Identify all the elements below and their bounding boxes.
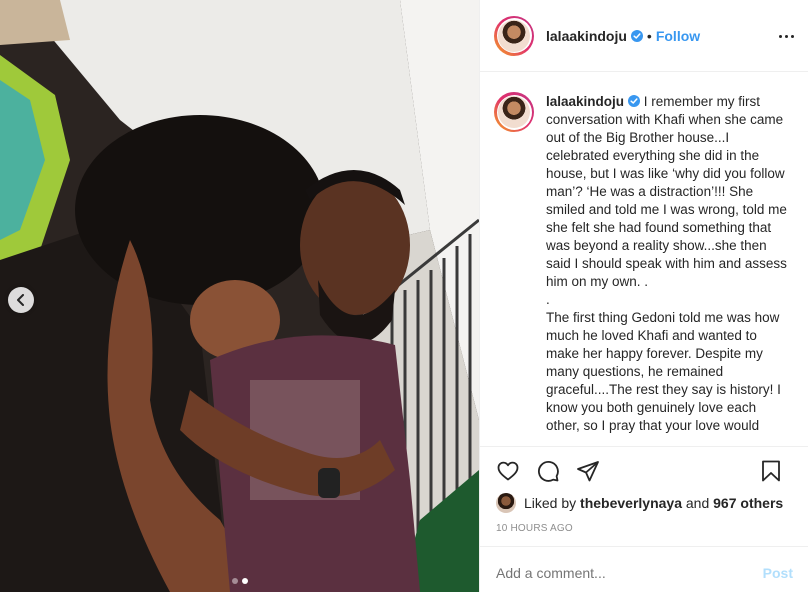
likes-summary: Liked by thebeverlynaya and 967 others (496, 493, 793, 513)
heart-icon[interactable] (496, 459, 520, 483)
post-timestamp[interactable]: 10 HOURS AGO (496, 523, 793, 534)
likes-and: and (685, 495, 710, 511)
avatar[interactable] (494, 15, 534, 56)
carousel-indicator (0, 578, 479, 584)
chevron-left-icon (17, 294, 24, 306)
photo-scene (0, 0, 479, 592)
post-comment-button[interactable]: Post (763, 559, 793, 581)
post-side-panel: lalaakindoju • Follow lalaakindoju I rem… (479, 0, 808, 592)
caption-body: I remember my first conversation with Kh… (546, 94, 787, 433)
comment-input[interactable] (496, 558, 763, 581)
caption-username[interactable]: lalaakindoju (546, 94, 624, 109)
share-icon[interactable] (576, 459, 600, 483)
verified-badge-icon (630, 29, 643, 42)
verified-badge-icon (628, 95, 641, 107)
carousel-dot-active (241, 578, 248, 584)
header-separator: • (646, 27, 652, 44)
avatar-image (498, 19, 530, 52)
carousel-dot (231, 578, 238, 584)
caption: lalaakindoju I remember my first convers… (494, 92, 793, 435)
post-photo (0, 0, 479, 592)
caption-text: lalaakindoju I remember my first convers… (546, 93, 793, 435)
follow-button[interactable]: Follow (656, 28, 700, 44)
avatar-image (498, 96, 530, 128)
header-username[interactable]: lalaakindoju (546, 28, 627, 44)
caption-avatar[interactable] (494, 92, 534, 132)
liker-avatar[interactable] (496, 493, 516, 513)
post-header: lalaakindoju • Follow (480, 0, 808, 72)
comment-icon[interactable] (536, 459, 560, 483)
add-comment-bar: Post (480, 546, 808, 592)
bookmark-icon[interactable] (759, 459, 783, 483)
more-options-icon[interactable] (776, 26, 796, 46)
carousel-prev-button[interactable] (8, 287, 34, 313)
likes-prefix: Liked by (524, 495, 577, 511)
liker-username[interactable]: thebeverlynaya (580, 495, 682, 511)
comments-section[interactable]: lalaakindoju I remember my first convers… (480, 72, 808, 446)
action-icons (496, 447, 793, 495)
likes-count[interactable]: 967 others (713, 495, 783, 511)
post-actions: Liked by thebeverlynaya and 967 others 1… (480, 446, 808, 546)
